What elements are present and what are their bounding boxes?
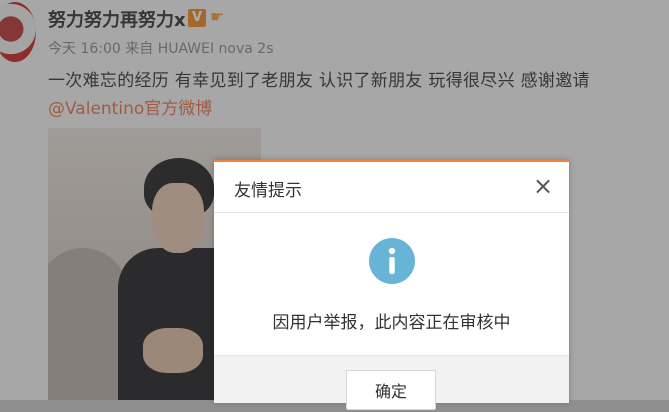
close-icon[interactable]: × (531, 174, 555, 198)
confirm-button[interactable]: 确定 (346, 370, 436, 410)
dialog-footer: 确定 (214, 355, 569, 410)
dialog-message: 因用户举报，此内容正在审核中 (272, 313, 511, 333)
dialog-title: 友情提示 (234, 181, 302, 201)
notice-dialog: 友情提示 × 因用户举报，此内容正在审核中 确定 (214, 160, 569, 410)
dialog-header: 友情提示 × (214, 162, 569, 213)
info-icon (369, 238, 415, 284)
